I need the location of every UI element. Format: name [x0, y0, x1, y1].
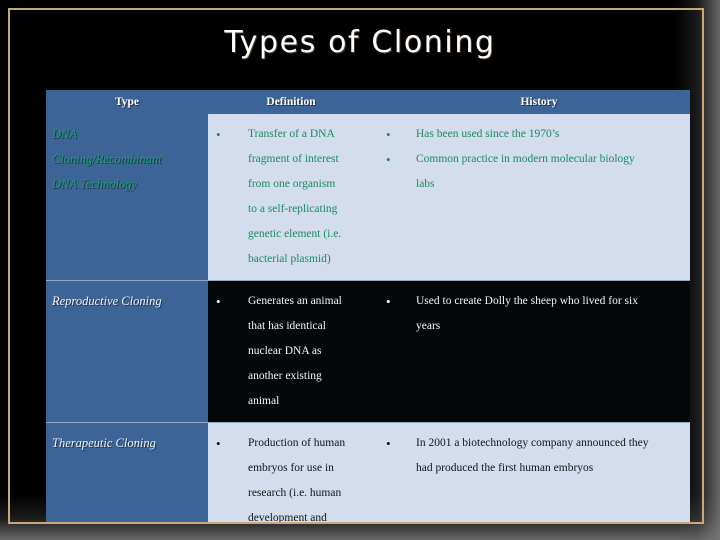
bullet-item-continuation: had produced the first human embryos [416, 462, 594, 474]
type-label: Therapeutic Cloning [52, 436, 156, 450]
slide: Types of Cloning Type Definition History [0, 0, 720, 540]
table-header: Type Definition History [46, 90, 690, 114]
bullet-block: Generates an animal that has identical nuc… [208, 289, 368, 414]
cell-definition: Transfer of a DNA fragment of interest fro… [208, 114, 374, 281]
bullet-block: Production of human embryos for use in res… [208, 431, 368, 522]
bullet-item: Generates an animal [208, 289, 368, 314]
cell-history: Has been used since the 1970’sCommon pra… [374, 114, 690, 281]
bullet-block: In 2001 a biotechnology company announce… [374, 431, 684, 481]
bullet-item-continuation: labs [416, 178, 435, 190]
bullet-item-continuation: bacterial plasmid) [248, 253, 331, 265]
type-label: DNA [52, 127, 77, 141]
bullet-item: In 2001 a biotechnology company announce… [374, 431, 684, 456]
type-label: DNA Technology [52, 177, 138, 191]
table-row: DNA Cloning/Recombinant DNA Technology Tran… [46, 114, 690, 281]
cell-type: DNA Cloning/Recombinant DNA Technology [46, 114, 208, 281]
type-label: Reproductive Cloning [52, 294, 162, 308]
bullet-item-continuation: embryos for use in [248, 462, 334, 474]
bullet-item: Common practice in modern molecular biol… [374, 147, 684, 172]
table-row: Therapeutic Cloning Production of human em… [46, 422, 690, 522]
cloning-table: Type Definition History DNA Cloning/Recom… [46, 90, 690, 522]
cloning-table-container: Type Definition History DNA Cloning/Recom… [46, 90, 690, 522]
table-header-row: Type Definition History [46, 90, 690, 114]
column-header-history-label: History [520, 96, 558, 108]
bullet-item-continuation: fragment of interest [248, 153, 339, 165]
cell-definition: Production of human embryos for use in res… [208, 422, 374, 522]
cell-type: Therapeutic Cloning [46, 422, 208, 522]
column-header-history: History [374, 90, 690, 114]
bullet-item: Production of human [208, 431, 368, 456]
table-body: DNA Cloning/Recombinant DNA Technology Tran… [46, 114, 690, 522]
bullet-item-continuation: to a self-replicating [248, 203, 338, 215]
bullet-item-continuation: that has identical [248, 320, 326, 332]
column-header-definition-label: Definition [266, 96, 316, 108]
cell-history: Used to create Dolly the sheep who lived… [374, 280, 690, 423]
bullet-item-continuation: from one organism [248, 178, 336, 190]
bullet-block: Transfer of a DNA fragment of interest fro… [208, 122, 368, 272]
column-header-type-label: Type [114, 96, 140, 108]
bullet-item-continuation: another existing [248, 370, 322, 382]
bullet-item-continuation: animal [248, 395, 280, 407]
cell-type: Reproductive Cloning [46, 280, 208, 423]
bullet-item-continuation: years [416, 320, 441, 332]
type-label: Cloning/Recombinant [52, 152, 162, 166]
column-header-type: Type [46, 90, 208, 114]
bullet-item: Has been used since the 1970’s [374, 122, 684, 147]
bullet-item-continuation: genetic element (i.e. [248, 228, 342, 240]
cell-history: In 2001 a biotechnology company announce… [374, 422, 690, 522]
column-header-definition: Definition [208, 90, 374, 114]
bullet-item-continuation: research (i.e. human [248, 487, 342, 499]
bullet-item: Used to create Dolly the sheep who lived… [374, 289, 684, 314]
table-row: Reproductive Cloning Generates an animal t… [46, 280, 690, 423]
cell-definition: Generates an animal that has identical nuc… [208, 280, 374, 423]
bullet-item-continuation: development and [248, 512, 327, 522]
bullet-item: Transfer of a DNA [208, 122, 368, 147]
bullet-item-continuation: nuclear DNA as [248, 345, 322, 357]
bullet-block: Has been used since the 1970’sCommon pra… [374, 122, 684, 197]
page-title: Types of Cloning [224, 25, 496, 60]
bullet-block: Used to create Dolly the sheep who lived… [374, 289, 684, 339]
